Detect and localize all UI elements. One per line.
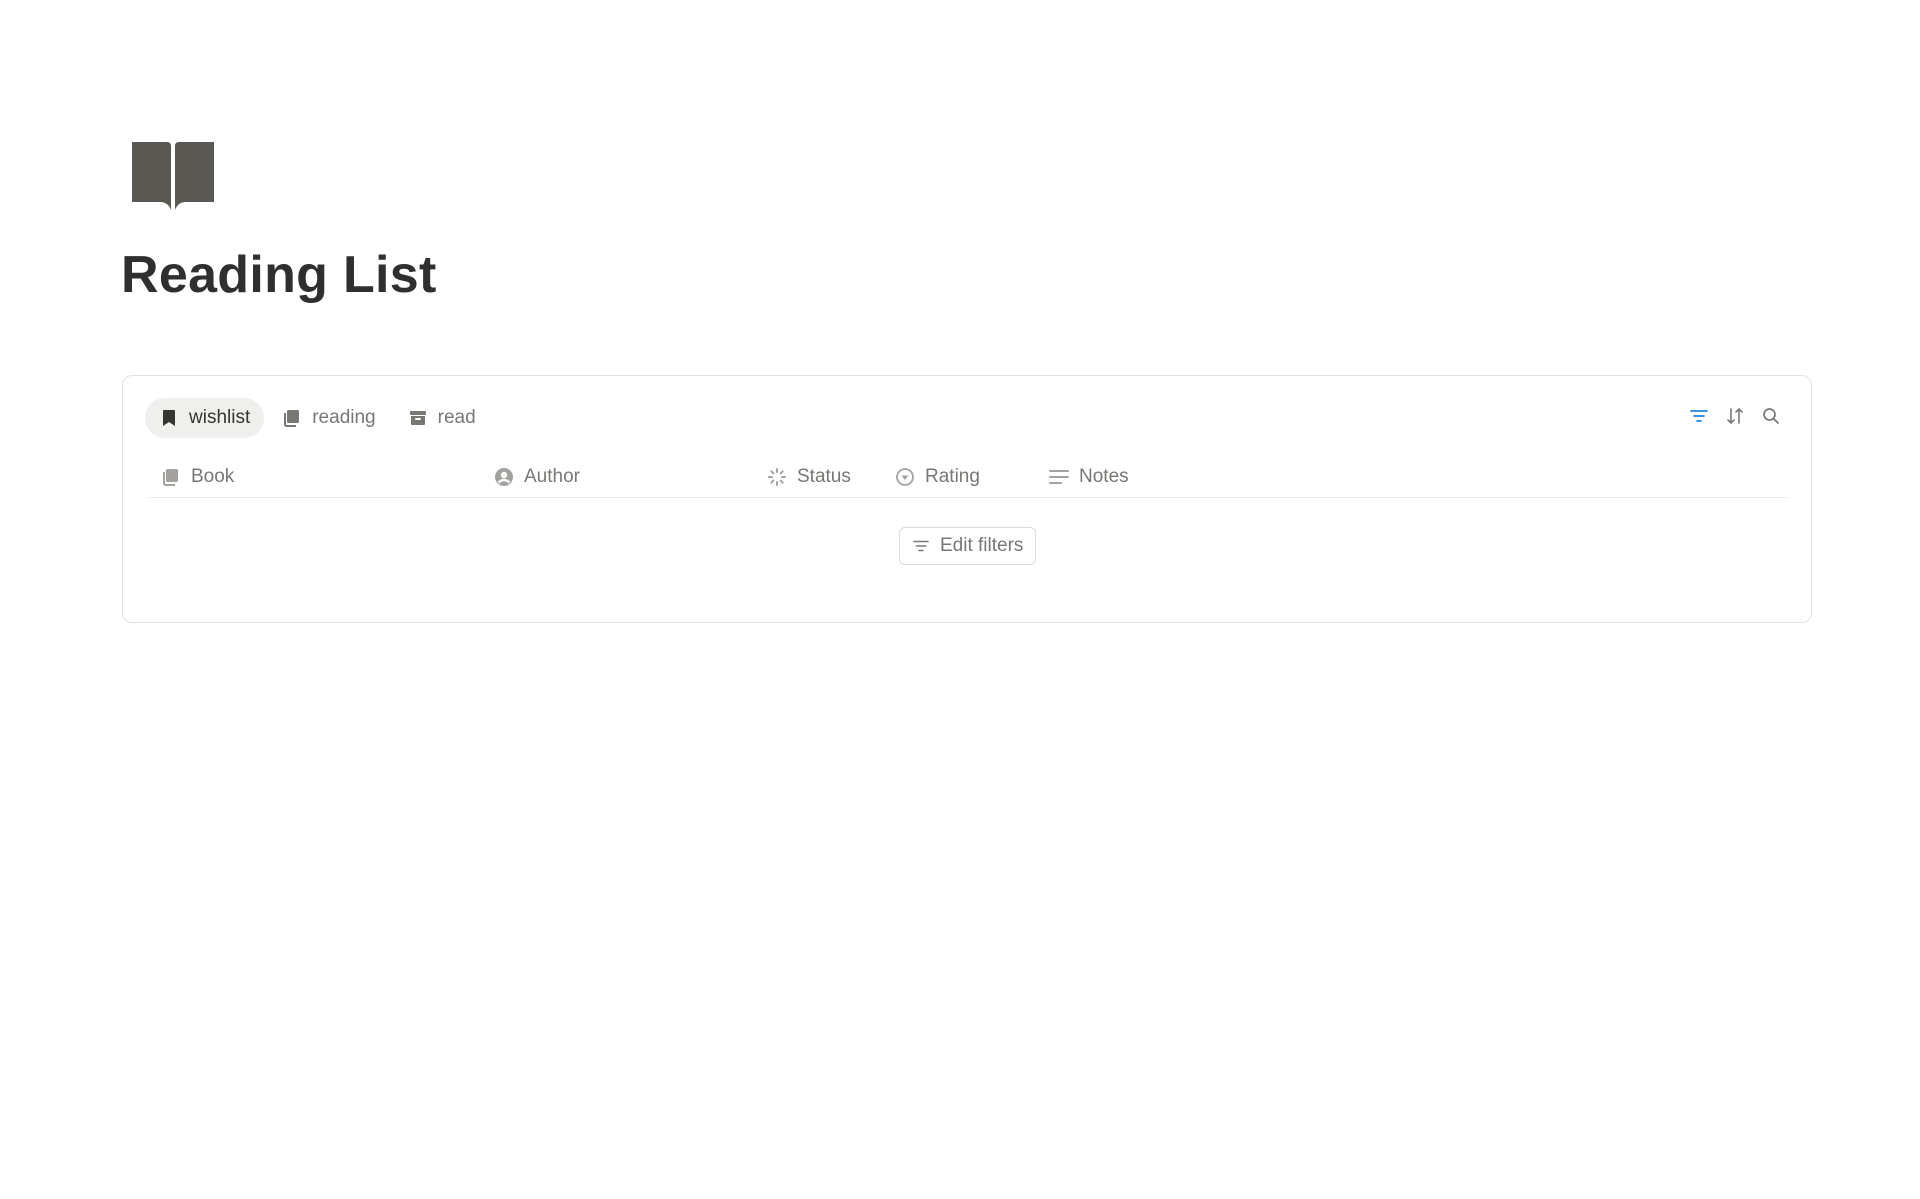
view-tabs: wishlist reading read (145, 398, 490, 438)
tab-reading[interactable]: reading (268, 398, 389, 438)
column-notes[interactable]: Notes (1049, 456, 1129, 498)
bookmark-icon (159, 408, 179, 428)
sort-button[interactable] (1723, 406, 1747, 430)
view-toolbar (1687, 406, 1783, 430)
column-label: Author (524, 466, 580, 487)
book-icon (282, 408, 302, 428)
edit-filters-label: Edit filters (940, 535, 1024, 556)
tab-label: wishlist (189, 407, 251, 428)
column-label: Status (797, 466, 851, 487)
status-icon (767, 467, 787, 487)
filter-button[interactable] (1687, 406, 1711, 430)
book-icon (161, 467, 181, 487)
column-status[interactable]: Status (767, 456, 851, 498)
page-title: Reading List (121, 246, 437, 304)
tab-read[interactable]: read (394, 398, 490, 438)
column-rating[interactable]: Rating (895, 456, 980, 498)
tab-label: read (437, 407, 476, 428)
tab-wishlist[interactable]: wishlist (145, 398, 265, 438)
sort-icon (1726, 407, 1744, 430)
person-icon (494, 467, 514, 487)
search-icon (1762, 407, 1780, 430)
text-icon (1049, 467, 1069, 487)
open-book-icon[interactable] (130, 140, 216, 210)
archive-icon (408, 408, 428, 428)
search-button[interactable] (1759, 406, 1783, 430)
column-book[interactable]: Book (161, 456, 234, 498)
filter-icon (1690, 409, 1708, 428)
column-author[interactable]: Author (494, 456, 580, 498)
database-view: wishlist reading read Book Author Status… (122, 375, 1812, 623)
select-icon (895, 467, 915, 487)
column-label: Book (191, 466, 235, 487)
edit-filters-button[interactable]: Edit filters (899, 527, 1037, 565)
column-label: Rating (925, 466, 980, 487)
column-label: Notes (1079, 466, 1129, 487)
filter-icon (912, 537, 930, 555)
table-header: Book Author Status Rating Notes (147, 456, 1789, 498)
tab-label: reading (312, 407, 376, 428)
